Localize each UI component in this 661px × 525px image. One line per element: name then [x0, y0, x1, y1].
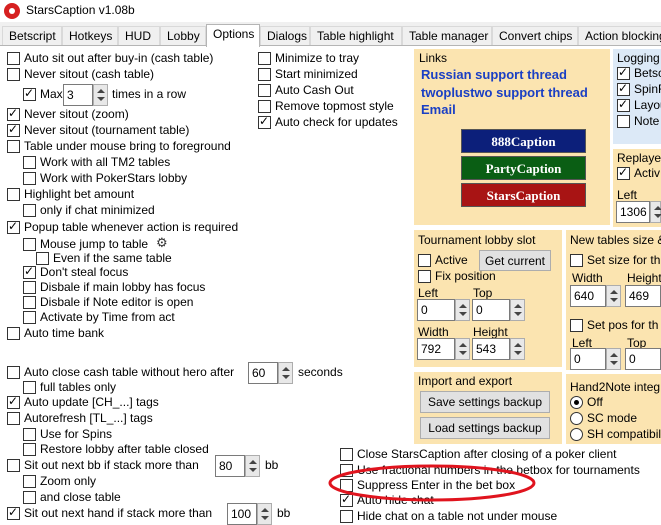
logging-title: Logging [617, 51, 660, 65]
load-settings-backup-button[interactable]: Load settings backup [420, 417, 550, 439]
sit-out-hand-input[interactable]: 100 [227, 503, 257, 525]
tab-lobby[interactable]: Lobby [160, 26, 206, 46]
new-tables-title: New tables size & [570, 233, 661, 247]
save-settings-backup-button[interactable]: Save settings backup [420, 391, 550, 413]
tournament-top-spinner[interactable] [510, 299, 525, 321]
sit-out-bb-spinner[interactable] [245, 455, 260, 477]
annotation-ellipse [328, 464, 536, 502]
tournament-width-label: Width [418, 325, 449, 339]
partycaption-button[interactable]: PartyCaption [461, 156, 586, 180]
get-current-button[interactable]: Get current [479, 250, 551, 271]
new-tables-width-spinner[interactable] [606, 285, 621, 307]
tab-hotkeys[interactable]: Hotkeys [62, 26, 118, 46]
tab-action-blocking[interactable]: Action blocking [578, 26, 661, 46]
replayer-left-label: Left [617, 188, 638, 202]
tab-strip: Betscript Hotkeys HUD Lobby Options Dial… [0, 24, 661, 47]
window-title: StarsCaption v1.08b [26, 3, 135, 17]
tournament-top-label: Top [473, 286, 493, 300]
hand2note-title: Hand2Note integ [570, 380, 661, 394]
tab-options[interactable]: Options [206, 24, 260, 47]
new-tables-width-input[interactable]: 640 [570, 285, 606, 307]
tab-table-manager[interactable]: Table manager [402, 26, 492, 46]
max-times-input[interactable]: 3 [63, 84, 93, 106]
tab-hud[interactable]: HUD [118, 26, 160, 46]
tournament-left-label: Left [418, 286, 439, 300]
auto-close-seconds-spinner[interactable] [278, 362, 293, 384]
replayer-left-input[interactable]: 1306 [616, 201, 650, 223]
replayer-left-spinner[interactable] [650, 201, 661, 223]
new-tables-left-spinner[interactable] [606, 348, 621, 370]
tournament-height-spinner[interactable] [510, 338, 525, 360]
new-tables-height-label: Height [627, 271, 661, 285]
russian-support-link[interactable]: Russian support thread [421, 67, 567, 82]
auto-close-seconds-input[interactable]: 60 [248, 362, 278, 384]
tab-dialogs[interactable]: Dialogs [260, 26, 310, 46]
new-tables-height-input[interactable]: 469 [625, 285, 661, 307]
bb-label-2: bb [277, 506, 291, 520]
sit-out-bb-input[interactable]: 80 [215, 455, 245, 477]
tab-table-highlight[interactable]: Table highlight [310, 26, 402, 46]
tournament-top-input[interactable]: 0 [472, 299, 510, 321]
import-export-title: Import and export [418, 374, 513, 388]
tournament-width-spinner[interactable] [455, 338, 470, 360]
sit-out-hand-spinner[interactable] [257, 503, 272, 525]
replayer-title: Replayer [617, 151, 661, 165]
tab-betscript[interactable]: Betscript [2, 26, 62, 46]
bb-label-1: bb [265, 458, 279, 472]
twoplustwo-support-link[interactable]: twoplustwo support thread [421, 85, 588, 100]
tournament-left-spinner[interactable] [455, 299, 470, 321]
tournament-lobby-title: Tournament lobby slot [418, 233, 536, 247]
gear-icon[interactable]: ⚙ [156, 235, 168, 251]
starscaption-button[interactable]: StarsCaption [461, 183, 586, 207]
times-in-row-label: times in a row [112, 87, 187, 101]
tab-convert-chips[interactable]: Convert chips [492, 26, 578, 46]
title-bar: StarsCaption v1.08b [0, 0, 661, 22]
tournament-height-label: Height [473, 325, 508, 339]
annotation-ellipse-stroke [328, 464, 536, 502]
new-tables-top-input[interactable]: 0 [625, 348, 661, 370]
888caption-button[interactable]: 888Caption [461, 129, 586, 153]
seconds-label: seconds [298, 365, 343, 379]
tournament-left-input[interactable]: 0 [417, 299, 455, 321]
tournament-height-input[interactable]: 543 [472, 338, 510, 360]
max-times-spinner[interactable] [93, 84, 108, 106]
new-tables-left-input[interactable]: 0 [570, 348, 606, 370]
new-tables-width-label: Width [572, 271, 603, 285]
links-title: Links [419, 51, 448, 65]
tournament-width-input[interactable]: 792 [417, 338, 455, 360]
app-icon [4, 3, 20, 19]
email-link[interactable]: Email [421, 102, 456, 117]
